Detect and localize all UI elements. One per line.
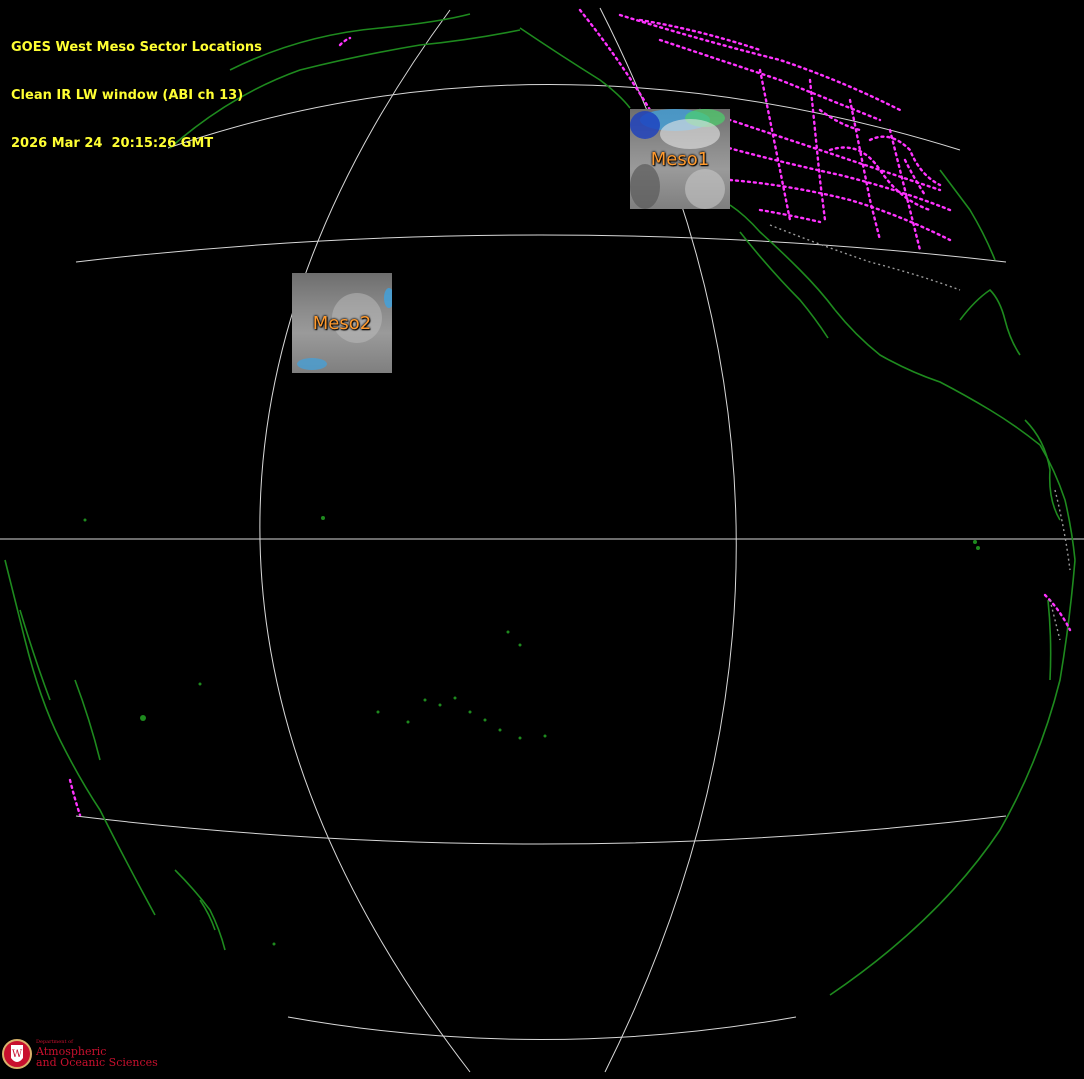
logo-line2: and Oceanic Sciences (36, 1056, 158, 1069)
meso2-sector-image[interactable]: Meso2 (292, 273, 392, 373)
meso1-sector-image[interactable]: Meso1 (630, 109, 730, 209)
crest-letter: W (12, 1049, 23, 1060)
aos-logo: W Department of Atmospheric and Oceanic … (2, 1032, 158, 1076)
latitude-line-south-high (287, 1016, 797, 1040)
meso2-label: Meso2 (312, 312, 372, 334)
latitude-line-south (75, 815, 1007, 845)
longitude-line-west (259, 9, 471, 1073)
uw-crest-icon: W (2, 1039, 32, 1069)
islands (83, 333, 980, 946)
meso1-label: Meso1 (650, 148, 710, 170)
latitude-line-north (75, 234, 1007, 263)
aos-logo-text: Department of Atmospheric and Oceanic Sc… (36, 1040, 158, 1069)
latitude-line-north-high (167, 84, 961, 151)
map-header: GOES West Meso Sector Locations Clean IR… (11, 8, 262, 184)
map-title: GOES West Meso Sector Locations (11, 40, 262, 55)
timestamp-label: 2026 Mar 24 20:15:26 GMT (11, 136, 214, 151)
channel-label: Clean IR LW window (ABI ch 13) (11, 88, 244, 103)
satellite-map-view: GOES West Meso Sector Locations Clean IR… (0, 0, 1084, 1079)
